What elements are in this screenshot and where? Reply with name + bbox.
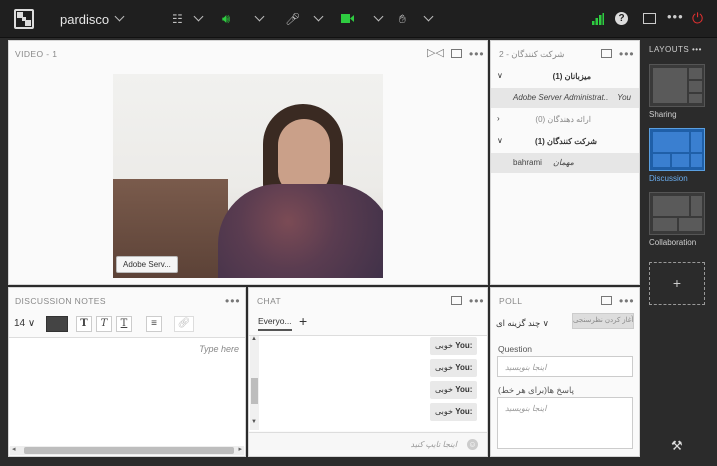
notes-placeholder: Type here <box>199 344 239 354</box>
notes-editor[interactable]: Type here <box>9 337 245 447</box>
layout-thumb-sharing[interactable] <box>649 64 705 107</box>
chat-input[interactable]: اینجا تایپ کنید ☺ <box>249 432 487 456</box>
group-hosts[interactable]: ∨ میزبانان (1) <box>491 67 639 87</box>
maximize-icon[interactable] <box>451 296 462 305</box>
emoji-icon[interactable]: ☺ <box>467 439 478 450</box>
webcam-video[interactable]: Adobe Serv... <box>113 74 383 278</box>
attendee-row-participant[interactable]: bahrami مهمان <box>491 153 639 173</box>
chat-pod-title: CHAT <box>257 296 282 306</box>
more-icon[interactable]: ••• <box>469 47 485 61</box>
chat-input-placeholder: اینجا تایپ کنید <box>410 440 458 449</box>
attendee-tag: You <box>617 93 631 102</box>
scrollbar-thumb[interactable] <box>24 447 234 454</box>
poll-type-select[interactable]: چند گزینه ای ∨ <box>496 318 549 329</box>
app-window: pardisco ☷ 🔊︎ 🎤︎ ✋︎ ? ••• ⏻ VIDEO - 1 ▷◁… <box>0 0 717 466</box>
font-size-select[interactable]: 14 ∨ <box>14 318 35 329</box>
chat-message: خوبی You: <box>430 381 478 399</box>
chevron-down-icon[interactable]: ∨ <box>497 136 503 145</box>
chat-message: خوبی You: <box>430 337 478 355</box>
scroll-up-icon[interactable]: ▲ <box>251 336 257 342</box>
start-poll-button[interactable]: آغاز کردن نظرسنجی <box>572 313 634 329</box>
answers-label: پاسخ ها(برای هر خط) <box>498 385 574 395</box>
chevron-down-icon[interactable] <box>423 11 434 22</box>
scroll-down-icon[interactable]: ▼ <box>251 419 257 425</box>
more-icon[interactable]: ••• <box>619 47 635 61</box>
notes-pod-title: DISCUSSION NOTES <box>15 296 106 306</box>
question-input[interactable]: اینجا بنویسید <box>497 356 633 377</box>
bold-icon[interactable]: T <box>76 316 92 332</box>
attendee-name: Adobe Server Administrat.. <box>513 93 609 102</box>
raise-hand-icon[interactable]: ✋︎ <box>399 11 406 27</box>
chevron-down-icon[interactable] <box>114 11 125 22</box>
layout-thumb-collaboration[interactable] <box>649 192 705 235</box>
layout-label-collaboration[interactable]: Collaboration <box>649 238 696 247</box>
chevron-down-icon[interactable] <box>313 11 324 22</box>
chat-tab-everyone[interactable]: Everyo... <box>258 316 292 331</box>
maximize-icon[interactable] <box>601 296 612 305</box>
chat-message: خوبی You: <box>430 403 478 421</box>
attendee-row-host[interactable]: Adobe Server Administrat.. You <box>491 88 639 108</box>
attendee-name: bahrami <box>513 158 542 167</box>
video-person-scarf <box>218 184 383 278</box>
question-label: Question <box>498 344 533 354</box>
chat-scrollbar[interactable]: ▲ ▼ <box>250 336 259 430</box>
answers-input[interactable]: اینجا بنویسید <box>497 397 633 449</box>
notes-horizontal-scrollbar[interactable]: ◂ ▸ <box>10 446 244 455</box>
group-label: میزبانان (1) <box>552 72 591 81</box>
chevron-down-icon[interactable]: ∨ <box>497 71 503 80</box>
layout-thumb-discussion[interactable] <box>649 128 705 171</box>
attendee-tag: مهمان <box>553 158 574 167</box>
signal-icon <box>592 13 604 25</box>
layouts-title: LAYOUTS ••• <box>649 45 702 54</box>
power-icon[interactable]: ⏻ <box>692 10 703 26</box>
chevron-down-icon[interactable] <box>254 11 265 22</box>
help-icon[interactable]: ? <box>615 12 628 25</box>
chevron-right-icon[interactable]: › <box>497 114 500 123</box>
group-presenters[interactable]: › ارائه دهندگان (0) <box>491 110 639 130</box>
microphone-icon[interactable]: 🎤︎ <box>285 11 300 27</box>
scroll-right-icon[interactable]: ▸ <box>238 445 242 453</box>
more-icon[interactable]: ••• <box>619 294 635 308</box>
speaker-icon[interactable]: 🔊︎ <box>222 11 230 27</box>
underline-icon[interactable]: T <box>116 316 132 332</box>
more-icon[interactable]: ••• <box>667 9 684 25</box>
tools-icon[interactable]: ⚒︎ <box>671 438 683 454</box>
text-color-picker[interactable] <box>46 316 68 332</box>
scroll-left-icon[interactable]: ◂ <box>12 445 16 453</box>
chevron-down-icon[interactable] <box>193 11 204 22</box>
apps-grid-icon[interactable]: ☷ <box>172 11 183 27</box>
meeting-name[interactable]: pardisco <box>60 12 109 27</box>
maximize-icon[interactable] <box>601 49 612 58</box>
layout-label-discussion[interactable]: Discussion <box>649 174 688 183</box>
fullscreen-icon[interactable] <box>643 13 656 24</box>
video-pod-title: VIDEO - 1 <box>15 49 58 59</box>
more-icon[interactable]: ••• <box>225 294 241 308</box>
group-label: شرکت کنندگان (1) <box>535 137 597 146</box>
bullet-list-icon[interactable]: ≡ <box>146 316 162 332</box>
poll-pod-title: POLL <box>499 296 523 306</box>
add-layout-button[interactable]: + <box>649 262 705 305</box>
video-person-face <box>278 119 330 194</box>
top-toolbar: pardisco ☷ 🔊︎ 🎤︎ ✋︎ ? ••• ⏻ <box>0 0 717 38</box>
attendees-pod-title: شرکت کنندگان - 2 <box>499 49 565 59</box>
chat-message: خوبی You: <box>430 359 478 377</box>
link-icon: 🔗︎ <box>174 316 194 332</box>
mirror-icon[interactable]: ▷◁ <box>427 46 444 59</box>
camera-icon[interactable] <box>341 14 354 23</box>
add-tab-icon[interactable]: + <box>299 313 307 329</box>
app-logo-icon[interactable] <box>14 9 34 29</box>
more-icon[interactable]: ••• <box>469 294 485 308</box>
chevron-down-icon[interactable] <box>373 11 384 22</box>
group-label: ارائه دهندگان (0) <box>535 115 591 124</box>
answers-placeholder: اینجا بنویسید <box>505 404 547 413</box>
maximize-icon[interactable] <box>451 49 462 58</box>
scrollbar-thumb[interactable] <box>251 378 258 404</box>
layout-label-sharing[interactable]: Sharing <box>649 110 677 119</box>
attendees-pod: شرکت کنندگان - 2 ••• ∨ میزبانان (1) Adob… <box>490 40 640 285</box>
group-participants[interactable]: ∨ شرکت کنندگان (1) <box>491 132 639 152</box>
video-speaker-label: Adobe Serv... <box>116 256 178 273</box>
italic-icon[interactable]: T <box>96 316 112 332</box>
question-placeholder: اینجا بنویسید <box>505 363 547 372</box>
